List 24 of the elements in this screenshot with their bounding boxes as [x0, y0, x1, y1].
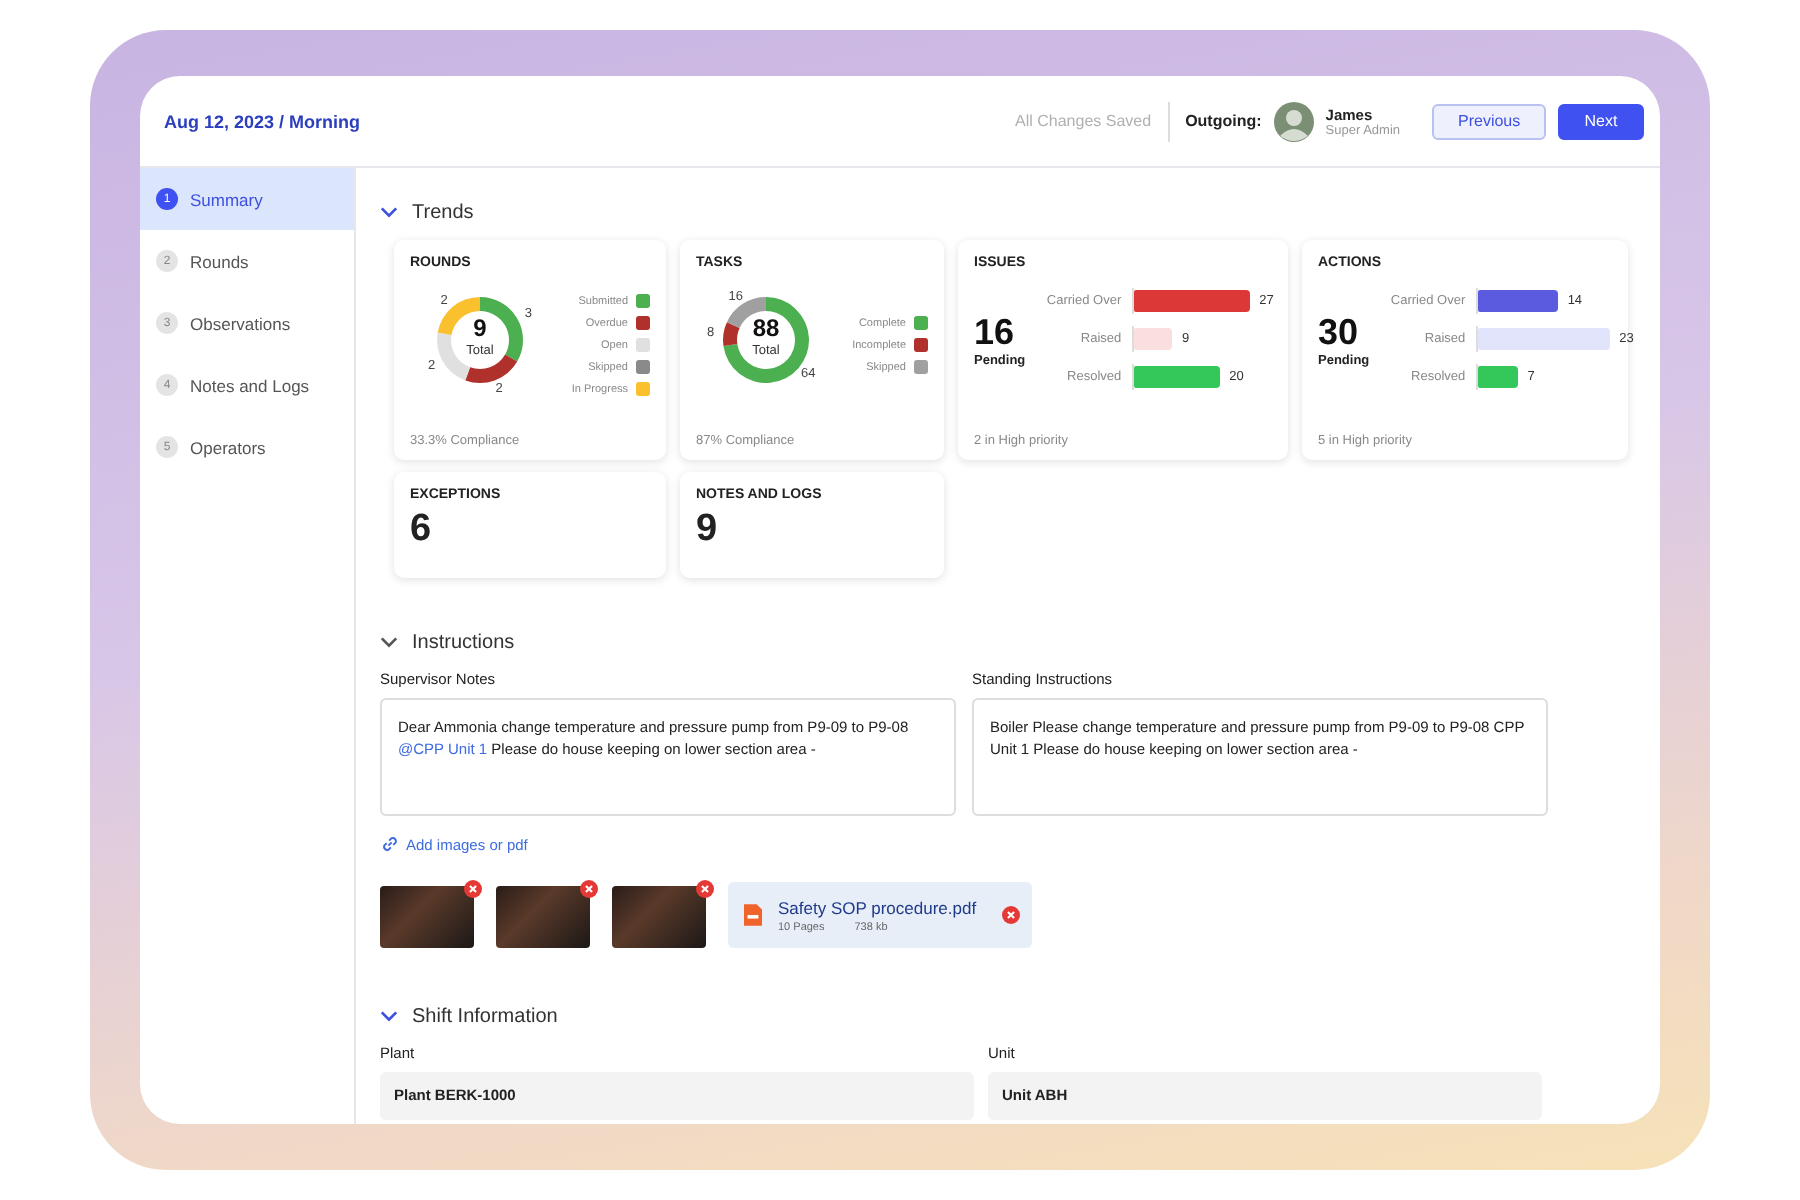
remove-icon[interactable] — [580, 880, 598, 898]
pdf-file-icon — [744, 904, 762, 926]
avatar-icon — [1273, 101, 1314, 141]
next-button[interactable]: Next — [1558, 103, 1644, 139]
file-name: Safety SOP procedure.pdf — [778, 897, 979, 917]
section-title: Trends — [412, 201, 474, 223]
pending-count: 16 — [974, 311, 1017, 353]
remove-icon[interactable] — [464, 880, 482, 898]
count-value: 6 — [410, 508, 434, 552]
link-icon — [380, 834, 400, 854]
previous-button[interactable]: Previous — [1432, 103, 1546, 139]
section-title: Shift Information — [412, 1005, 558, 1027]
total-value: 9 — [473, 314, 487, 342]
section-title: Instructions — [412, 631, 515, 653]
chevron-icon[interactable] — [380, 206, 398, 218]
save-status: All Changes Saved — [1015, 112, 1152, 130]
outgoing-label: Outgoing: — [1185, 112, 1262, 130]
chevron-icon[interactable] — [380, 1010, 398, 1022]
count-value: 9 — [696, 508, 720, 552]
chevron-icon[interactable] — [380, 636, 398, 648]
remove-icon[interactable] — [696, 880, 714, 898]
pending-count: 30 — [1318, 311, 1361, 353]
total-value: 88 — [752, 314, 780, 342]
date-shift-title: Aug 12, 2023 / Morning — [164, 111, 361, 131]
